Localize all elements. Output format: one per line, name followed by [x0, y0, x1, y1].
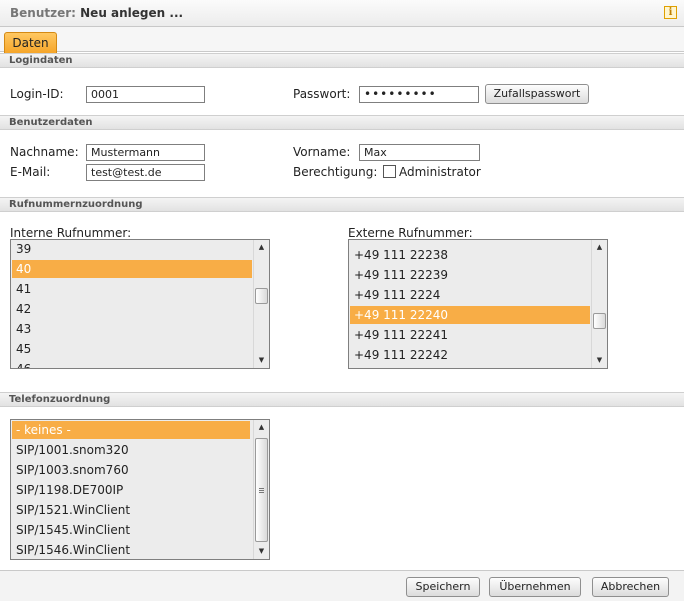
- cancel-button[interactable]: Abbrechen: [592, 577, 669, 597]
- section-header-user: Benutzerdaten: [0, 115, 684, 130]
- list-item[interactable]: 41: [12, 280, 252, 298]
- list-item[interactable]: +49 111 22239: [350, 266, 590, 284]
- internal-number-label: Interne Rufnummer:: [10, 226, 132, 240]
- scrollbar-grip-icon: [259, 490, 264, 491]
- list-item[interactable]: SIP/1003.snom760: [12, 461, 250, 479]
- external-number-label: Externe Rufnummer:: [348, 226, 473, 240]
- footer-bar: [0, 570, 684, 601]
- random-password-button[interactable]: Zufallspasswort: [485, 84, 589, 104]
- permission-label: Berechtigung:: [293, 165, 378, 179]
- external-number-list[interactable]: +49 111 22238 +49 111 22239 +49 111 2224…: [348, 239, 608, 369]
- phone-list[interactable]: - keines - SIP/1001.snom320 SIP/1003.sno…: [10, 419, 270, 560]
- title-main: Neu anlegen ...: [80, 6, 184, 20]
- list-item[interactable]: +49 111 2224: [350, 286, 590, 304]
- administrator-label: Administrator: [399, 165, 481, 179]
- tab-bar: [0, 27, 684, 52]
- list-item-selected[interactable]: 40: [12, 260, 252, 278]
- password-input[interactable]: •••••••••: [359, 86, 479, 103]
- tab-daten[interactable]: Daten: [4, 32, 57, 53]
- lastname-input[interactable]: Mustermann: [86, 144, 205, 161]
- firstname-label: Vorname:: [293, 145, 351, 159]
- scrollbar[interactable]: ▲ ▼: [591, 240, 607, 368]
- window-title: Benutzer: Neu anlegen ...: [10, 6, 183, 20]
- title-prefix: Benutzer:: [10, 6, 76, 20]
- list-item[interactable]: 45: [12, 340, 252, 358]
- scrollbar-thumb[interactable]: [593, 313, 606, 329]
- scrollbar[interactable]: ▲ ▼: [253, 420, 269, 559]
- list-item[interactable]: 39: [12, 240, 252, 258]
- list-item[interactable]: 42: [12, 300, 252, 318]
- list-item[interactable]: +49 111 22238: [350, 246, 590, 264]
- list-item[interactable]: 46: [12, 360, 252, 368]
- list-item[interactable]: +49 111 22241: [350, 326, 590, 344]
- list-item[interactable]: SIP/1198.DE700IP: [12, 481, 250, 499]
- section-header-login: Logindaten: [0, 53, 684, 68]
- login-id-input[interactable]: 0001: [86, 86, 205, 103]
- info-icon[interactable]: i: [664, 6, 677, 19]
- administrator-checkbox[interactable]: [383, 165, 396, 178]
- scrollbar-grip-icon: [259, 488, 264, 489]
- list-item[interactable]: SIP/1545.WinClient: [12, 521, 250, 539]
- list-item[interactable]: 43: [12, 320, 252, 338]
- list-item-selected[interactable]: +49 111 22240: [350, 306, 590, 324]
- list-item[interactable]: SIP/1521.WinClient: [12, 501, 250, 519]
- list-item[interactable]: SIP/1546.WinClient: [12, 541, 250, 559]
- section-header-phones: Telefonzuordnung: [0, 392, 684, 407]
- list-item[interactable]: +49 111 22242: [350, 346, 590, 364]
- lastname-label: Nachname:: [10, 145, 79, 159]
- list-item-selected[interactable]: - keines -: [12, 421, 250, 439]
- firstname-input[interactable]: Max: [359, 144, 480, 161]
- scroll-down-arrow-icon[interactable]: ▼: [254, 544, 269, 559]
- scroll-up-arrow-icon[interactable]: ▲: [592, 240, 607, 255]
- email-input[interactable]: test@test.de: [86, 164, 205, 181]
- scrollbar-grip-icon: [259, 492, 264, 493]
- scroll-down-arrow-icon[interactable]: ▼: [254, 353, 269, 368]
- password-label: Passwort:: [293, 87, 351, 101]
- apply-button[interactable]: Übernehmen: [489, 577, 581, 597]
- list-item[interactable]: SIP/1001.snom320: [12, 441, 250, 459]
- scroll-down-arrow-icon[interactable]: ▼: [592, 353, 607, 368]
- scrollbar[interactable]: ▲ ▼: [253, 240, 269, 368]
- internal-number-list[interactable]: 39 40 41 42 43 45 46 ▲ ▼: [10, 239, 270, 369]
- section-header-numbers: Rufnummernzuordnung: [0, 197, 684, 212]
- email-label: E-Mail:: [10, 165, 51, 179]
- save-button[interactable]: Speichern: [406, 577, 480, 597]
- scroll-up-arrow-icon[interactable]: ▲: [254, 420, 269, 435]
- scrollbar-thumb[interactable]: [255, 288, 268, 304]
- scroll-up-arrow-icon[interactable]: ▲: [254, 240, 269, 255]
- scrollbar-thumb[interactable]: [255, 438, 268, 542]
- login-id-label: Login-ID:: [10, 87, 64, 101]
